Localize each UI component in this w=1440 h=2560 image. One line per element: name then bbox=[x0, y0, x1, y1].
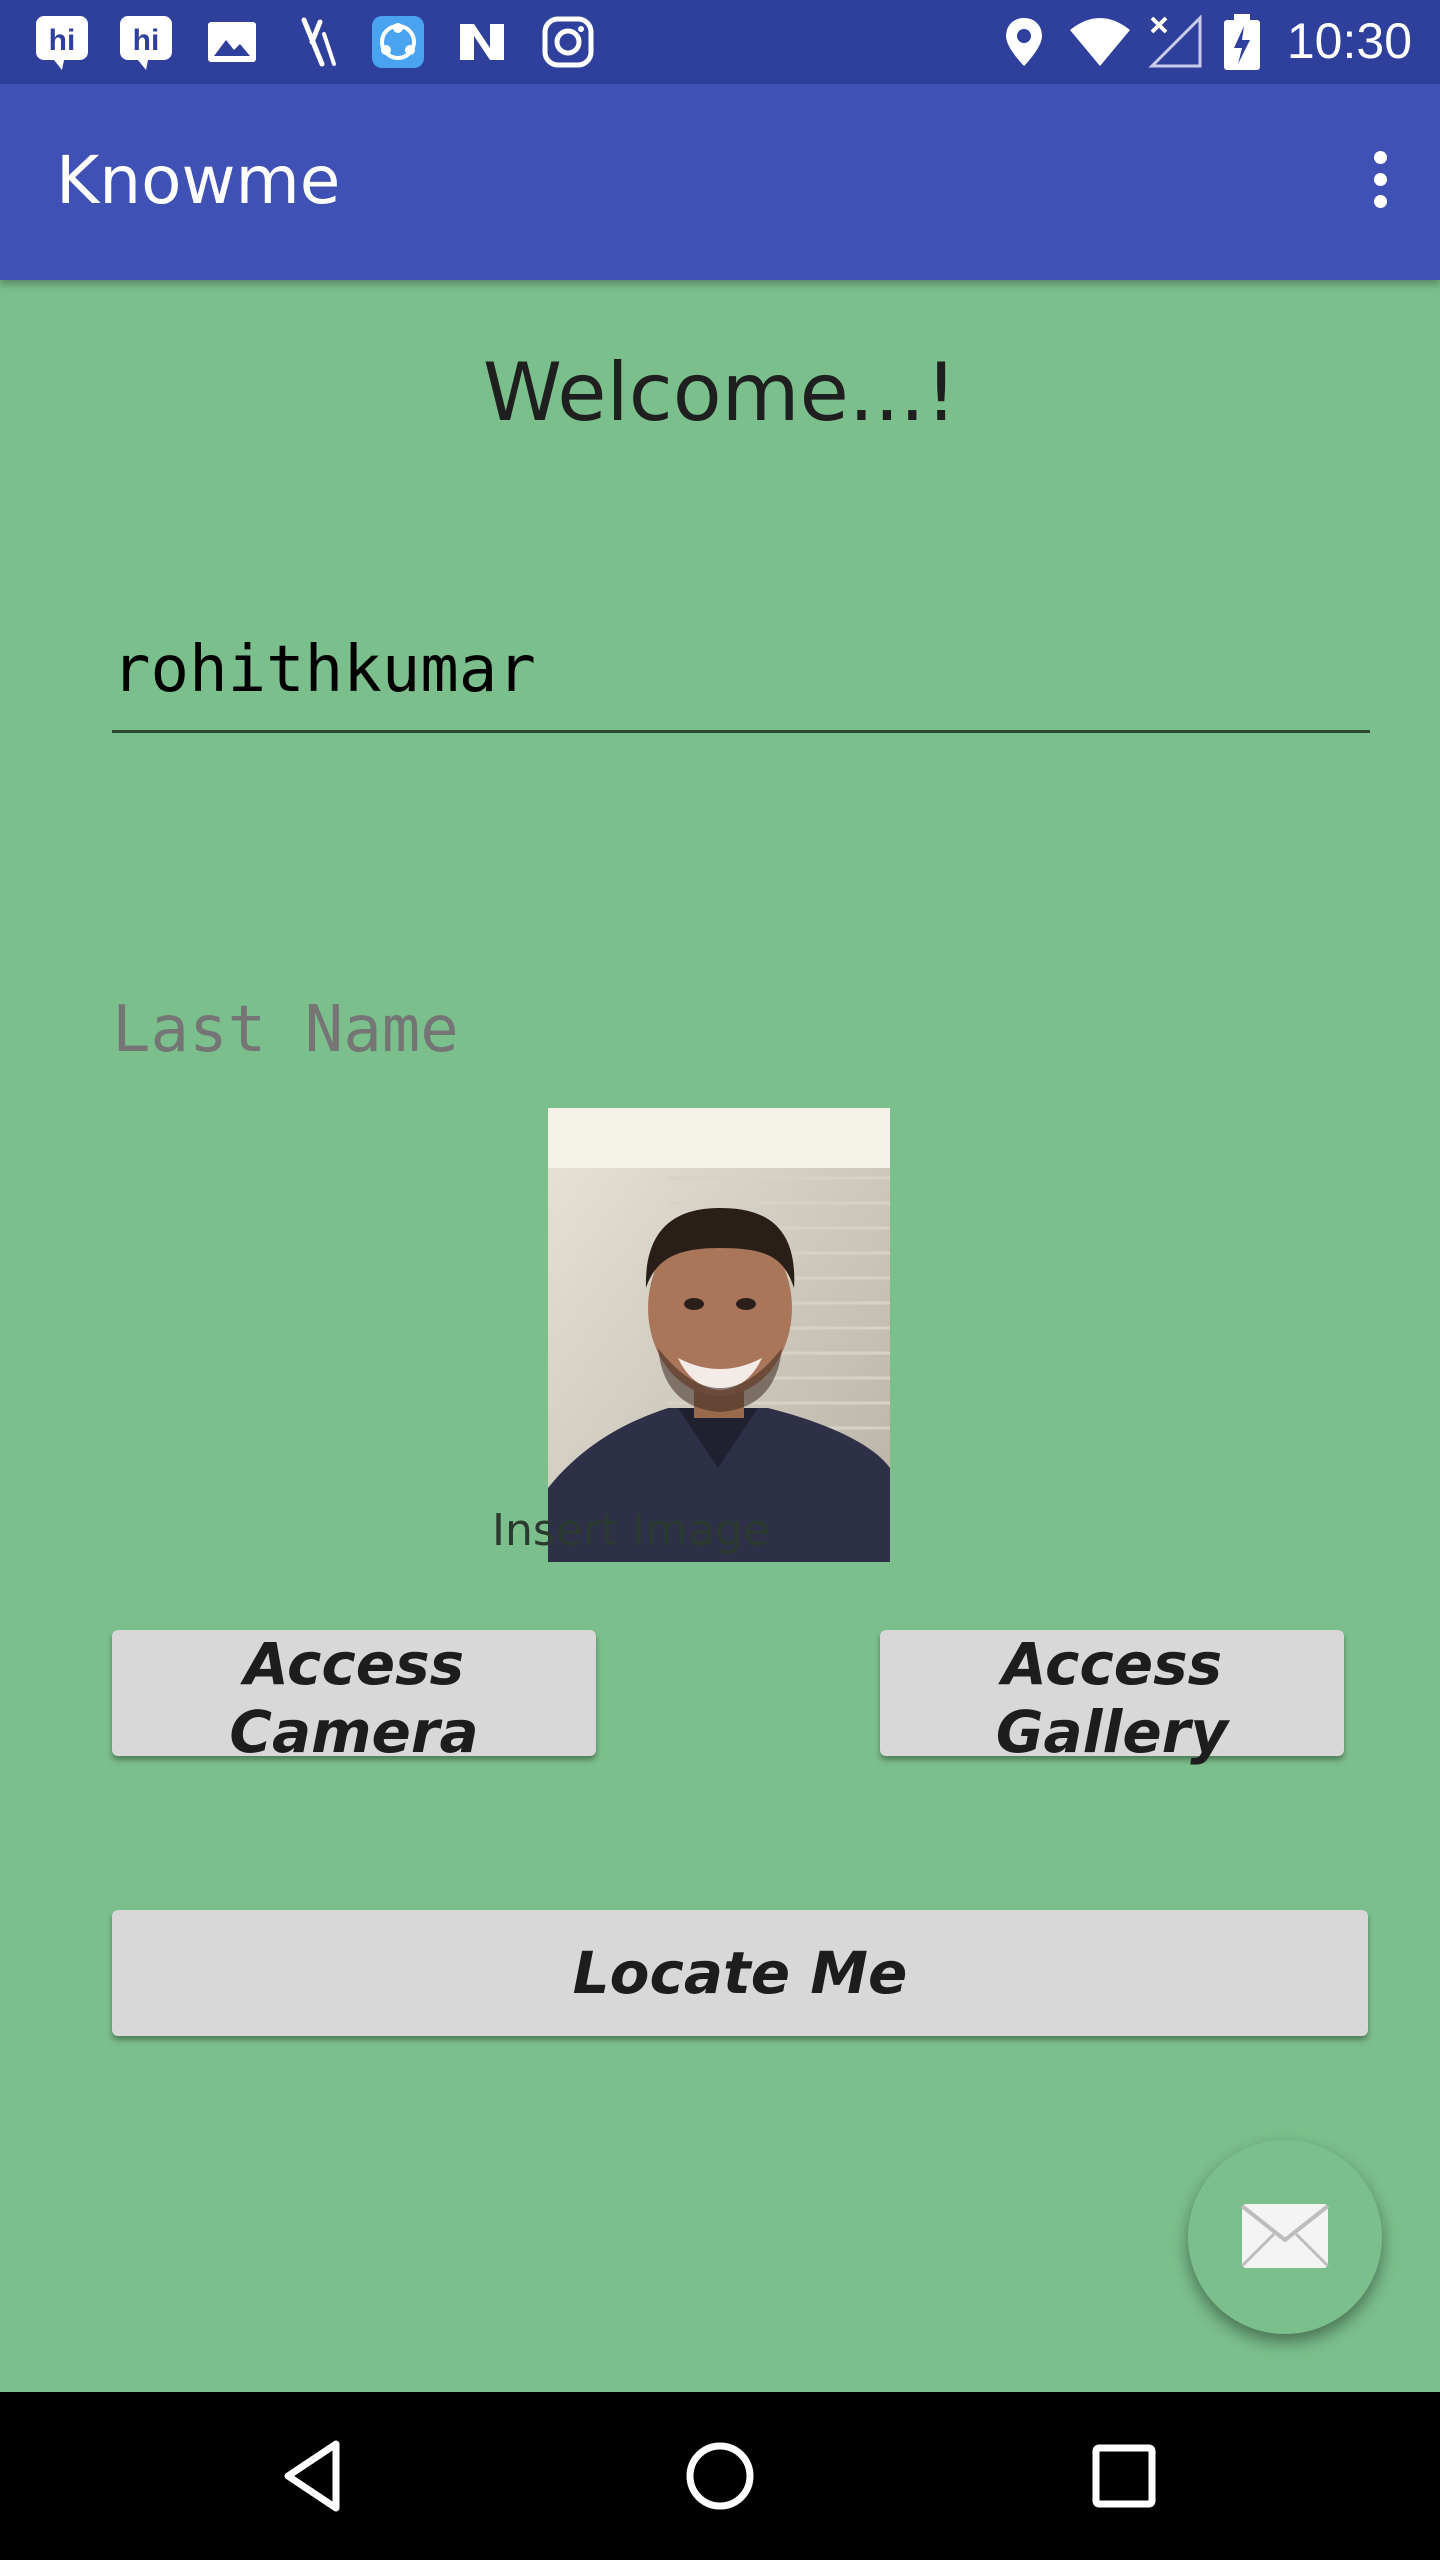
mail-icon bbox=[1240, 2204, 1330, 2268]
news-app-icon bbox=[460, 24, 504, 60]
overflow-menu-icon[interactable] bbox=[1350, 142, 1410, 222]
profile-photo[interactable] bbox=[548, 1108, 890, 1562]
welcome-heading: Welcome...! bbox=[482, 346, 958, 439]
status-bar: hi hi 10:30 bbox=[0, 0, 1440, 84]
clock: 10:30 bbox=[1286, 13, 1412, 69]
navigation-bar bbox=[0, 2392, 1440, 2560]
insert-image-label: Insert Image bbox=[492, 1505, 770, 1556]
instagram-icon bbox=[542, 16, 594, 68]
signal-icon bbox=[1148, 14, 1202, 68]
wifi-icon bbox=[1070, 18, 1130, 66]
home-icon[interactable] bbox=[680, 2436, 760, 2516]
email-fab[interactable] bbox=[1188, 2140, 1382, 2334]
app-title: Knowme bbox=[56, 142, 341, 219]
gallery-icon bbox=[208, 22, 256, 62]
location-icon bbox=[1006, 18, 1042, 66]
access-camera-button[interactable]: Access Camera bbox=[112, 1630, 596, 1766]
last-name-input[interactable] bbox=[112, 970, 1370, 1090]
locate-me-button[interactable]: Locate Me bbox=[112, 1910, 1368, 2036]
battery-icon bbox=[1224, 14, 1260, 70]
first-name-input[interactable] bbox=[112, 610, 1370, 733]
svg-text:hi: hi bbox=[133, 24, 160, 57]
app-bar: Knowme bbox=[0, 84, 1440, 280]
hike-icon: hi bbox=[36, 16, 88, 70]
back-icon[interactable] bbox=[276, 2436, 356, 2516]
hike-icon: hi bbox=[120, 16, 172, 70]
tool-icon bbox=[301, 17, 336, 67]
access-gallery-button[interactable]: Access Gallery bbox=[880, 1630, 1344, 1766]
recents-icon[interactable] bbox=[1084, 2436, 1164, 2516]
svg-text:hi: hi bbox=[49, 24, 76, 57]
sync-app-icon bbox=[372, 16, 424, 68]
